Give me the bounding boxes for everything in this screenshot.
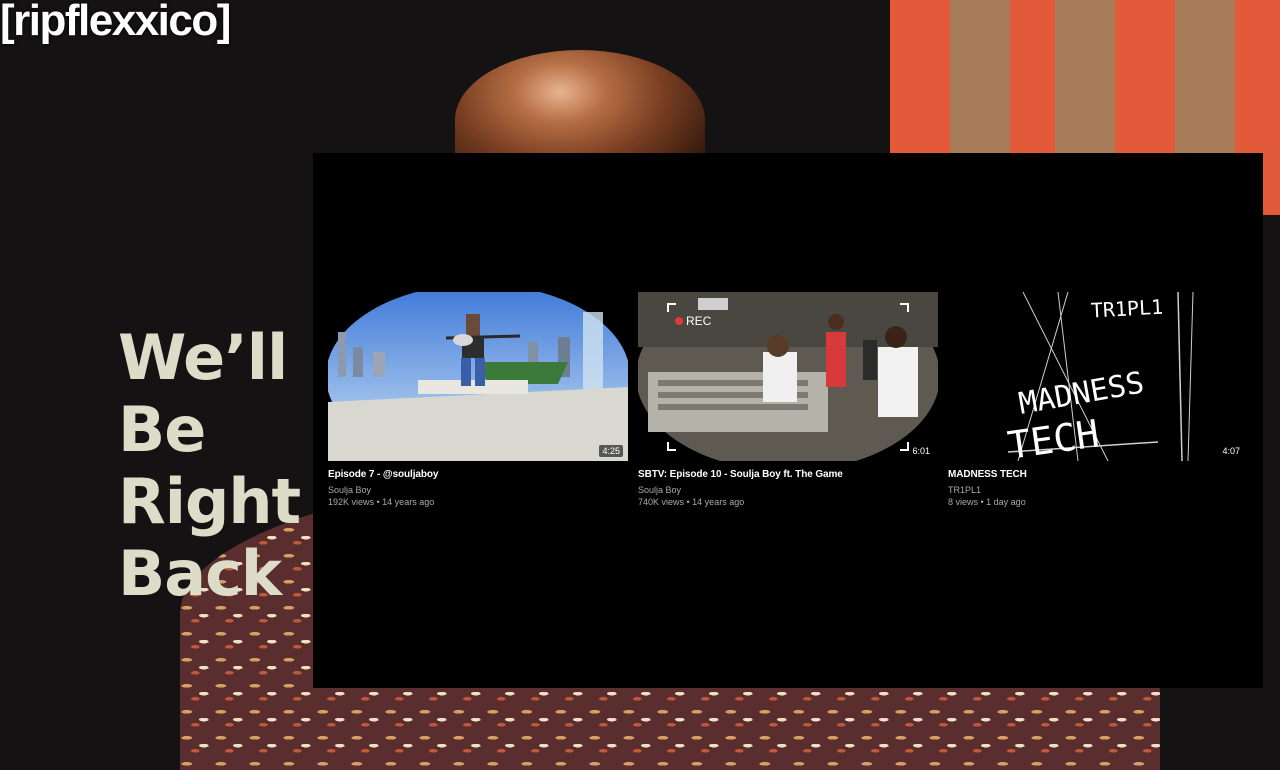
brb-line: We’ll — [118, 321, 288, 394]
video-stats: 8 views • 1 day ago — [948, 497, 1026, 507]
video-duration: 4:07 — [1219, 445, 1243, 457]
video-stats: 192K views • 14 years ago — [328, 497, 435, 507]
video-title[interactable]: Episode 7 - @souljaboy — [328, 469, 628, 480]
video-duration: 6:01 — [909, 445, 933, 457]
video-title[interactable]: SBTV: Episode 10 - Soulja Boy ft. The Ga… — [638, 469, 938, 480]
brb-line: Be — [118, 393, 206, 466]
video-card-madness-tech[interactable]: TR1PL1 MADNESS TECH 4:07 MADNESS TECH TR… — [948, 292, 1248, 508]
madness-tech-thumbnail-art: TR1PL1 MADNESS TECH — [948, 292, 1248, 461]
recording-studio-thumbnail-art: REC — [638, 292, 938, 461]
video-card-episode-7[interactable]: 4:25 Episode 7 - @souljaboy Soulja Boy 1… — [328, 292, 628, 508]
rooftop-guitar-thumbnail-art — [328, 292, 628, 461]
art-text: TR1PL1 — [1090, 295, 1163, 323]
brb-line: Back — [118, 537, 282, 610]
brb-line: Right — [118, 465, 301, 538]
video-channel: Soulja Boy — [328, 485, 372, 495]
video-channel: TR1PL1 — [948, 485, 982, 495]
video-duration: 4:25 — [599, 445, 623, 457]
rec-label: REC — [686, 314, 712, 328]
end-screen: 4:25 Episode 7 - @souljaboy Soulja Boy 1… — [313, 153, 1263, 688]
video-thumbnail[interactable]: REC 6:01 — [638, 292, 938, 461]
video-card-sbtv-episode-10[interactable]: REC 6:01 SBTV: Episode 10 - Soulja Boy f… — [638, 292, 938, 508]
video-thumbnail[interactable]: 4:25 — [328, 292, 628, 461]
channel-tag: [ripflexxico] — [0, 0, 231, 45]
video-title[interactable]: MADNESS TECH — [948, 469, 1248, 480]
video-stats: 740K views • 14 years ago — [638, 497, 745, 507]
be-right-back-text: We’ll Be Right Back — [118, 321, 301, 610]
video-thumbnail[interactable]: TR1PL1 MADNESS TECH 4:07 — [948, 292, 1248, 461]
video-channel: Soulja Boy — [638, 485, 682, 495]
